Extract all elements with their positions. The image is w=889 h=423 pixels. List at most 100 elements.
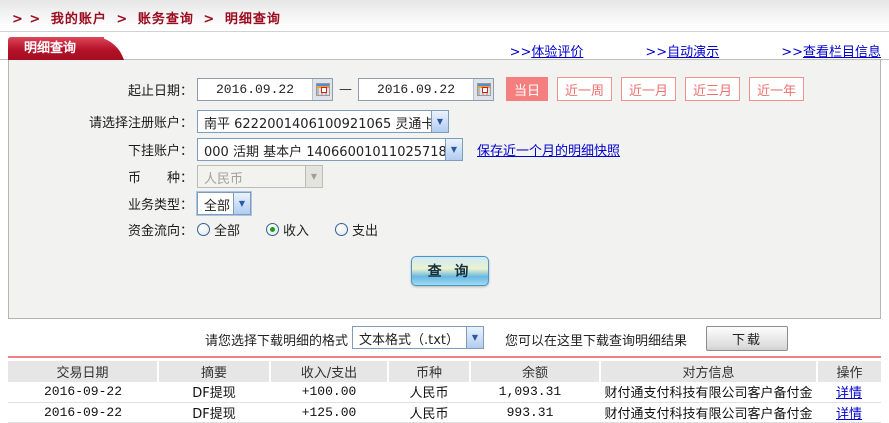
table-top-divider [8,356,881,358]
date-range-row: 起止日期： — 当日 近一周 近一月 近三月 近一年 [9,77,880,101]
radio-income[interactable]: 收入 [266,220,309,239]
column-header-balance: 余额 [470,361,600,382]
link-view-column-info[interactable]: >>查看栏目信息 [781,41,881,60]
date-from-box [197,78,333,101]
biz-type-label: 业务类型： [9,194,197,213]
breadcrumb-prefix: > > [12,12,41,27]
register-account-row: 请选择注册账户： 南平 6222001406100921065 灵通卡 ▼ [9,109,880,133]
quick-range-week-button[interactable]: 近一周 [557,77,612,101]
query-button[interactable]: 查 询 [411,256,489,286]
column-header-currency: 币种 [388,361,470,382]
download-row: 请您选择下载明细的格式 文本格式（.txt） ▼ 您可以在这里下载查询明细结果 … [0,324,889,352]
sub-account-value: 000 活期 基本户 1406600101102571848 [198,139,445,160]
radio-all-label: 全部 [214,220,240,239]
table-row: 2016-09-22 DF提现 +125.00 人民币 993.31 财付通支付… [8,402,881,422]
chevron-down-icon: ▼ [431,111,448,132]
column-header-counterparty: 对方信息 [600,361,817,382]
result-table: 交易日期 摘要 收入/支出 币种 余额 对方信息 操作 2016-09-22 D… [8,361,881,423]
chevron-down-icon: ▼ [445,139,462,160]
date-range-dash: — [339,82,352,97]
save-snapshot-link[interactable]: 保存近一个月的明细快照 [477,140,620,159]
download-button[interactable]: 下载 [706,326,788,351]
link-experience-review[interactable]: >>体验评价 [510,41,584,60]
cell-date: 2016-09-22 [8,402,158,422]
register-account-value: 南平 6222001406100921065 灵通卡 [198,111,431,132]
calendar-button-to[interactable] [473,79,493,100]
radio-icon [266,223,279,236]
radio-income-label: 收入 [283,220,309,239]
link-prefix: >> [510,45,532,60]
sub-account-select[interactable]: 000 活期 基本户 1406600101102571848 ▼ [197,138,463,161]
cell-balance: 1,093.31 [470,382,600,402]
cell-balance: 993.31 [470,402,600,422]
currency-row: 币 种： 人民币 ▼ [9,164,880,188]
column-header-amount: 收入/支出 [270,361,388,382]
date-range-label: 起止日期： [9,80,197,99]
radio-icon [335,223,348,236]
quick-range-quarter-button[interactable]: 近三月 [685,77,740,101]
download-format-label: 请您选择下载明细的格式 [205,330,348,349]
link-label: 查看栏目信息 [803,45,881,60]
sub-account-label: 下挂账户： [9,140,197,159]
date-from-input[interactable] [198,82,312,97]
calendar-icon [477,83,491,96]
breadcrumb-separator: > [203,12,215,27]
radio-expense-label: 支出 [352,220,378,239]
biz-type-select[interactable]: 全部 ▼ [197,192,251,215]
cell-date: 2016-09-22 [8,382,158,402]
currency-select: 人民币 ▼ [197,165,323,188]
link-label: 体验评价 [531,45,583,60]
link-prefix: >> [645,45,667,60]
header-links: >>体验评价 >>自动演示 >>查看栏目信息 [0,41,881,60]
cell-amount: +125.00 [270,402,388,422]
download-format-value: 文本格式（.txt） [353,327,466,348]
detail-link[interactable]: 详情 [836,386,862,401]
cell-action: 详情 [817,382,881,402]
quick-range-year-button[interactable]: 近一年 [749,77,804,101]
download-hint: 您可以在这里下载查询明细结果 [505,330,687,349]
sub-account-row: 下挂账户： 000 活期 基本户 1406600101102571848 ▼ 保… [9,137,880,161]
cell-currency: 人民币 [388,382,470,402]
flow-label: 资金流向： [9,220,197,239]
cell-summary: DF提现 [158,402,270,422]
chevron-down-icon: ▼ [305,166,322,187]
tab-detail-query[interactable]: 明细查询 [8,37,104,60]
radio-icon [197,223,210,236]
currency-label: 币 种： [9,167,197,186]
register-account-label: 请选择注册账户： [9,112,197,131]
radio-all[interactable]: 全部 [197,220,240,239]
quick-range-today-button[interactable]: 当日 [506,77,548,101]
calendar-icon [316,83,330,96]
date-to-box [358,78,494,101]
breadcrumb-item-my-account[interactable]: 我的账户 [51,12,107,27]
cell-counterparty: 财付通支付科技有限公司客户备付金 [600,402,817,422]
table-header-row: 交易日期 摘要 收入/支出 币种 余额 对方信息 操作 [8,361,881,382]
column-header-summary: 摘要 [158,361,270,382]
chevron-down-icon: ▼ [233,193,250,214]
biz-type-value: 全部 [198,193,233,214]
download-format-select[interactable]: 文本格式（.txt） ▼ [352,326,484,349]
register-account-select[interactable]: 南平 6222001406100921065 灵通卡 ▼ [197,110,449,133]
breadcrumb-separator: > [116,12,128,27]
breadcrumb-item-account-query[interactable]: 账务查询 [138,12,194,27]
calendar-button-from[interactable] [312,79,332,100]
biz-type-row: 业务类型： 全部 ▼ [9,191,880,215]
date-to-input[interactable] [359,82,473,97]
detail-link[interactable]: 详情 [836,407,862,422]
column-header-date: 交易日期 [8,361,158,382]
currency-value: 人民币 [198,166,305,187]
chevron-down-icon: ▼ [466,327,483,348]
breadcrumb: > > 我的账户 > 账务查询 > 明细查询 [12,8,285,27]
link-prefix: >> [781,45,803,60]
column-header-action: 操作 [817,361,881,382]
cell-counterparty: 财付通支付科技有限公司客户备付金 [600,382,817,402]
cell-summary: DF提现 [158,382,270,402]
radio-expense[interactable]: 支出 [335,220,378,239]
breadcrumb-item-detail-query[interactable]: 明细查询 [225,12,281,27]
cell-currency: 人民币 [388,402,470,422]
link-auto-demo[interactable]: >>自动演示 [645,41,719,60]
quick-range-month-button[interactable]: 近一月 [621,77,676,101]
cell-amount: +100.00 [270,382,388,402]
query-form-panel: 起止日期： — 当日 近一周 近一月 近三月 近一年 请选择注册账户： 南平 6… [8,60,881,319]
table-row: 2016-09-22 DF提现 +100.00 人民币 1,093.31 财付通… [8,382,881,402]
